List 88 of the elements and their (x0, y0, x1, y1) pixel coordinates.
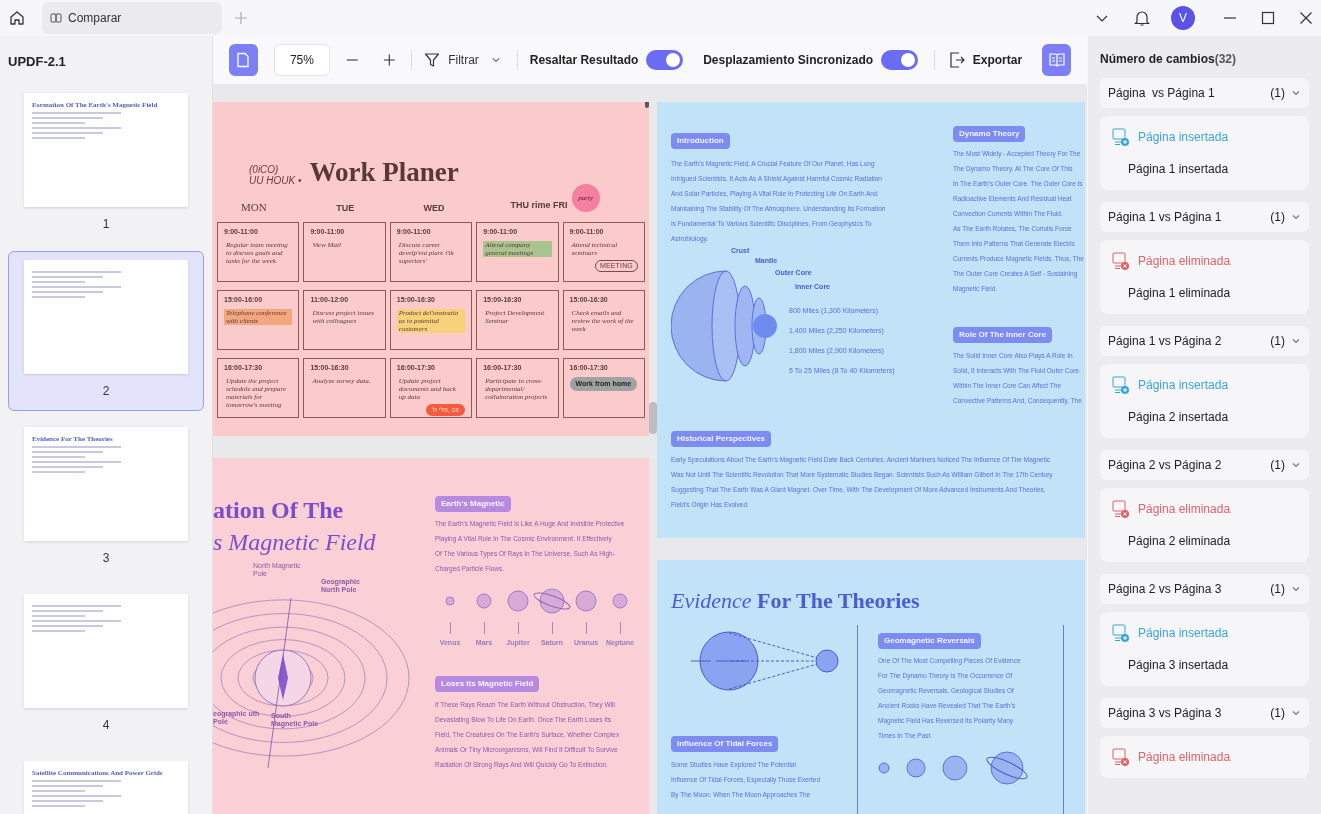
planet-icon (612, 593, 628, 609)
page-thumbnail[interactable]: 2 (8, 250, 204, 411)
section-heading: Historical Perspectives (671, 431, 772, 447)
panel-title: Número de cambios (1100, 51, 1215, 68)
handwritten-text: (0iCO) (249, 164, 279, 175)
book-view-button[interactable] (1042, 44, 1071, 76)
maximize-icon[interactable] (1261, 11, 1275, 25)
chevron-down-icon (1291, 460, 1301, 470)
change-type: Página eliminada (1138, 253, 1231, 270)
page-number: 2 (102, 382, 110, 400)
split-handle[interactable] (649, 402, 657, 434)
section-heading: Geomagnetic Reversals (878, 633, 981, 649)
change-detail: Página 1 insertada (1127, 161, 1230, 178)
handwritten-text: UU HOUK • (249, 175, 302, 186)
change-type: Página eliminada (1138, 749, 1231, 766)
planet-icon (942, 755, 968, 781)
zoom-in-icon[interactable] (382, 53, 396, 67)
ringed-planet-icon (984, 751, 1030, 785)
page-subtitle: s Magnetic Field (213, 528, 377, 557)
page-removed-icon (1112, 252, 1130, 270)
toggle-switch[interactable] (646, 50, 684, 70)
section-heading: Introduction (671, 133, 730, 149)
weekday-label: TUE (336, 203, 355, 213)
page-number: 1 (102, 215, 110, 233)
page-thumbnail[interactable]: 4 (8, 584, 204, 745)
chevron-down-icon (490, 55, 501, 65)
planet-icon (906, 758, 926, 778)
page-title: ation Of The (213, 496, 345, 525)
export-button[interactable]: Exportar (946, 51, 1023, 69)
compare-icon (50, 12, 62, 24)
toggle-label: Desplazamiento Sincronizado (703, 52, 874, 69)
chevron-down-icon (1291, 212, 1301, 222)
change-type: Página insertada (1138, 377, 1229, 394)
page-added-icon (1112, 624, 1130, 642)
planet-icon (445, 596, 455, 606)
user-avatar[interactable]: V (1171, 6, 1195, 30)
notification-bell-icon[interactable] (1133, 9, 1151, 27)
weekday-label: WED (423, 203, 445, 213)
page-number: 3 (102, 549, 110, 567)
ringed-planet-icon (532, 588, 572, 614)
section-heading: Earth's Magnetic (435, 496, 511, 512)
open-book-icon (1047, 52, 1066, 68)
change-count: (32) (1214, 51, 1237, 68)
page-title: Evidence For The Theories (671, 587, 921, 615)
document-tab[interactable]: Comparar (42, 2, 222, 34)
page-number: 4 (102, 716, 110, 734)
page-removed-icon (1112, 500, 1130, 518)
change-type: Página insertada (1138, 129, 1229, 146)
toggle-label: Resaltar Resultado (529, 52, 639, 69)
change-detail: Página 3 insertada (1127, 657, 1230, 674)
chevron-down-icon (1291, 708, 1301, 718)
planet-icon (507, 590, 529, 612)
comparison-header[interactable]: Página 1 vs Página 2 (1) (1100, 326, 1309, 356)
single-page-button[interactable] (229, 44, 258, 76)
comparison-header[interactable]: Página 2 vs Página 2 (1) (1100, 450, 1309, 480)
page-added-icon (1112, 376, 1130, 394)
weekday-label: THU rime FRI (510, 199, 568, 213)
page-removed-icon (1112, 748, 1130, 766)
zoom-field[interactable]: 75% (273, 44, 330, 76)
section-heading: Dynamo Theory (953, 126, 1026, 142)
section-heading: Role Of The Inner Core (953, 327, 1053, 343)
page-icon (235, 52, 252, 68)
planet-icon (878, 762, 890, 774)
planet-icon (476, 593, 492, 609)
page-added-icon (1112, 128, 1130, 146)
change-type: Página eliminada (1138, 501, 1231, 518)
planet-icon (575, 590, 597, 612)
filter-icon (424, 52, 441, 68)
page-title: Work Planer (309, 159, 459, 186)
section-heading: Loses Its Magnetic Field (435, 675, 540, 692)
comparison-header[interactable]: Página 1 vs Página 1 (1) (1100, 202, 1309, 232)
change-detail: Página 2 eliminada (1127, 533, 1232, 550)
home-icon[interactable] (8, 9, 26, 27)
change-type: Página insertada (1138, 625, 1229, 642)
chevron-down-icon (1291, 584, 1301, 594)
chevron-down-icon (1291, 88, 1301, 98)
change-detail: Página 1 eliminada (1127, 285, 1232, 302)
close-icon[interactable] (1299, 11, 1313, 25)
section-heading: Influence Of Tidal Forces (671, 736, 779, 752)
comparison-header[interactable]: Página vs Página 1 (1) (1100, 78, 1309, 108)
weekday-label: MON (241, 201, 267, 213)
chevron-down-icon (1291, 336, 1301, 346)
comparison-header[interactable]: Página 3 vs Página 3 (1) (1100, 698, 1309, 728)
comparison-header[interactable]: Página 2 vs Página 3 (1) (1100, 574, 1309, 604)
file-name: UPDF-2.1 (7, 53, 67, 71)
filter-button[interactable]: Filtrar (424, 51, 501, 69)
change-detail: Página 2 insertada (1127, 409, 1230, 426)
toggle-switch[interactable] (881, 50, 918, 70)
